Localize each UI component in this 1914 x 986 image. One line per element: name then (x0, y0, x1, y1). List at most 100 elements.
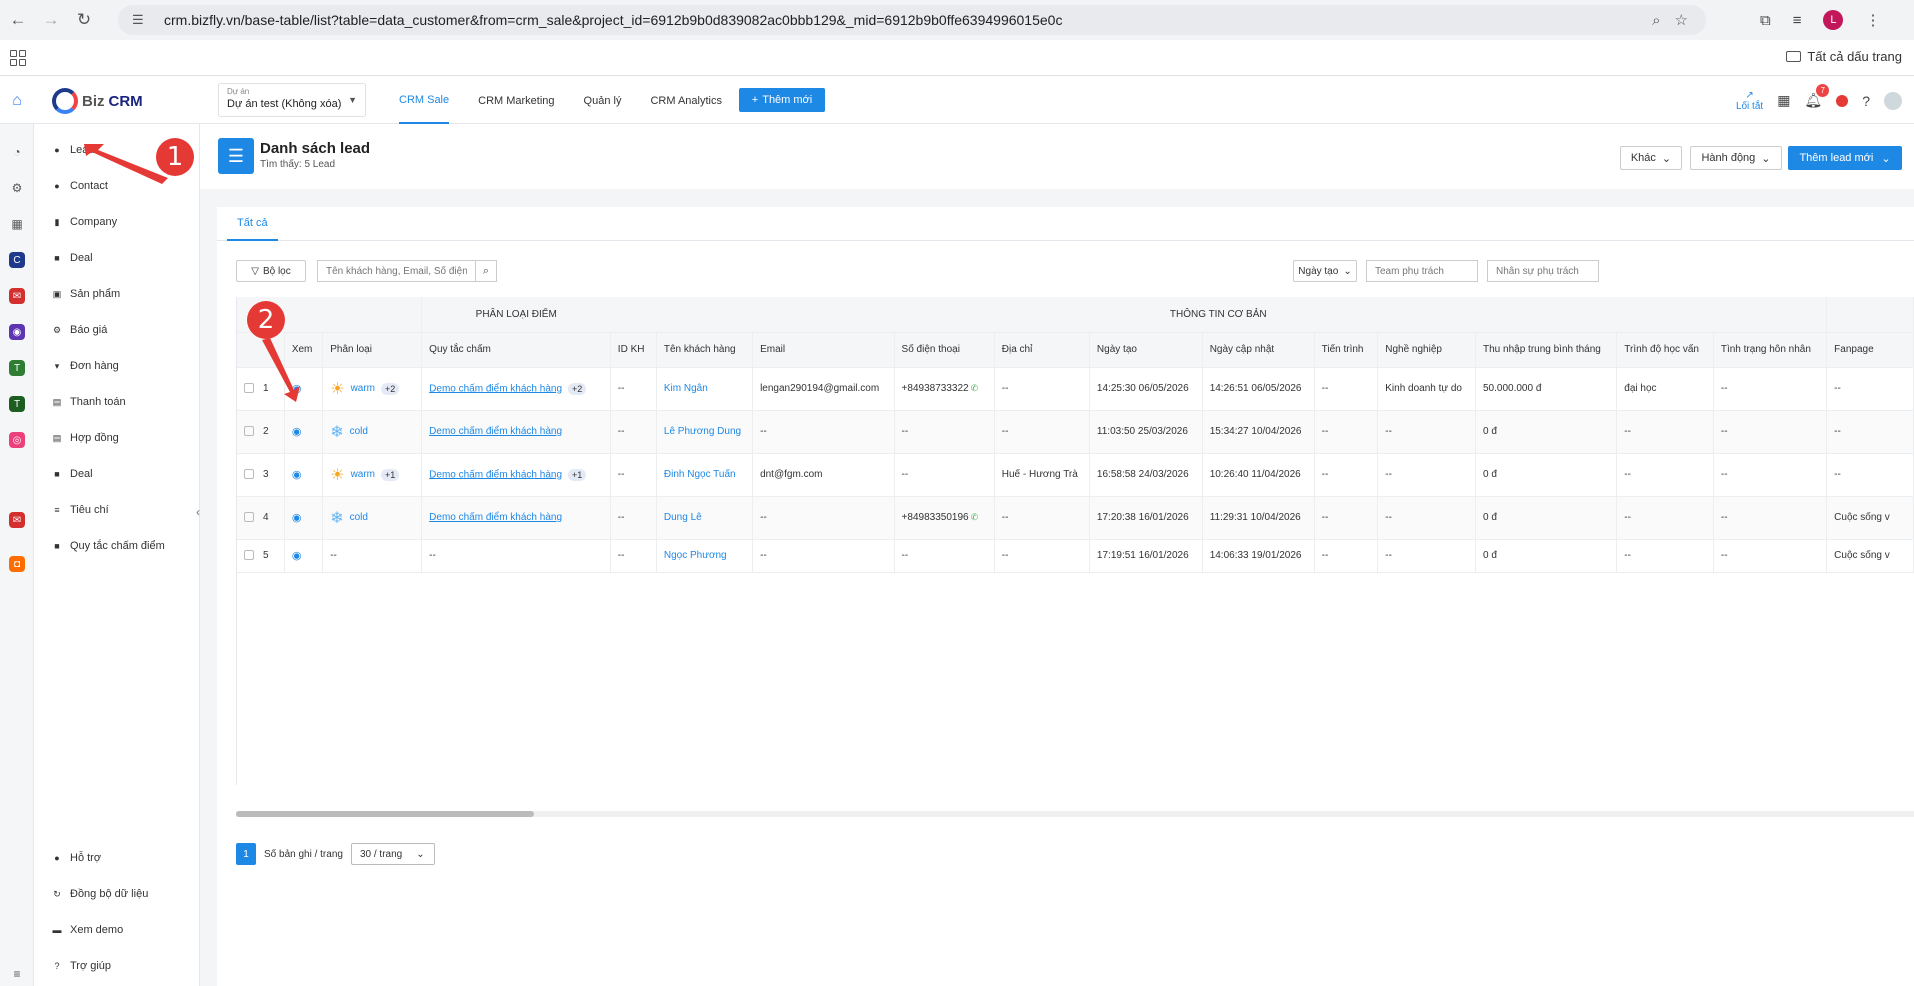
shortcut-button[interactable]: ↗ Lối tắt (1736, 90, 1763, 112)
zoom-icon[interactable]: ⌕ (1652, 12, 1660, 29)
apps-icon[interactable]: ▦ (1777, 92, 1790, 109)
home-icon[interactable]: ⌂ (0, 77, 34, 124)
col-header-job[interactable]: Nghề nghiệp (1377, 332, 1476, 368)
extensions-icon[interactable]: ⧉ (1760, 12, 1771, 29)
customer-name-link[interactable]: Lê Phương Dung (664, 426, 741, 437)
chat-app-icon[interactable]: ◉ (9, 324, 25, 340)
bell-icon[interactable]: 🔔︎ 7 (1804, 84, 1830, 109)
phone-call-icon[interactable]: ✆ (971, 512, 979, 522)
col-header-name[interactable]: Tên khách hàng (656, 332, 754, 368)
sidebar-item-products[interactable]: ▣ Sản phẩm (52, 288, 120, 300)
help-icon[interactable]: ? (1862, 93, 1870, 109)
eye-icon[interactable]: ◉ (292, 512, 302, 524)
sidebar-item-company[interactable]: ▮ Company (52, 216, 118, 228)
mail-app-2-icon[interactable]: ✉ (9, 512, 25, 528)
other-button[interactable]: Khác ⌄ (1620, 146, 1682, 170)
menu-kebab-icon[interactable]: ⋮ (1865, 11, 1880, 29)
task-app-icon[interactable]: T (9, 360, 25, 376)
row-checkbox[interactable] (244, 550, 254, 561)
eye-icon[interactable]: ◉ (292, 550, 302, 562)
eye-icon[interactable]: ◉ (292, 383, 302, 395)
table-row[interactable]: 2 ◉ ❄ cold Demo chấm điểm khách hàng -- Lê Phư… (237, 410, 1914, 454)
col-header-phone[interactable]: Số điện thoại (894, 332, 995, 368)
site-settings-icon[interactable]: ☰ (132, 12, 150, 28)
add-new-button[interactable]: + Thêm mới (739, 88, 825, 112)
table-row[interactable]: 1 ◉ ☀ warm +2 Demo chấm điểm khách hàng +2 -- Ki… (237, 367, 1914, 411)
sidebar-item-demo[interactable]: ▬ Xem demo (52, 924, 124, 936)
scrollbar-thumb[interactable] (236, 811, 534, 817)
col-header-updated[interactable]: Ngày cập nhật (1202, 332, 1315, 368)
profile-avatar[interactable]: L (1823, 10, 1844, 30)
col-header-email[interactable]: Email (752, 332, 895, 368)
col-header-class[interactable]: Phân loại (322, 332, 423, 368)
search-input[interactable] (317, 260, 475, 282)
sidebar-item-quotes[interactable]: ⚙ Báo giá (52, 324, 107, 336)
customer-name-link[interactable]: Đinh Ngọc Tuấn (664, 469, 736, 480)
col-header-marital[interactable]: Tình trạng hôn nhân (1713, 332, 1828, 368)
bizcrm-app-icon[interactable]: C (9, 252, 25, 268)
sidebar-item-deal-2[interactable]: ■ Deal (52, 468, 92, 480)
sidebar-item-sync[interactable]: ↻ Đồng bộ dữ liệu (52, 888, 148, 900)
back-icon[interactable]: ← (3, 5, 33, 35)
customer-name-link[interactable]: Dung Lê (664, 512, 702, 523)
bookmark-star-icon[interactable]: ☆ (1675, 11, 1688, 29)
sidebar-item-payments[interactable]: ▤ Thanh toán (52, 396, 126, 408)
rule-link[interactable]: Demo chấm điểm khách hàng (429, 469, 562, 480)
language-flag-icon[interactable] (1836, 94, 1849, 107)
date-filter-select[interactable]: Ngày tạo ⌄ (1293, 260, 1357, 282)
staff-input[interactable]: Nhân sự phụ trách (1487, 260, 1599, 282)
sidebar-item-deal[interactable]: ■ Deal (52, 252, 92, 264)
social-app-icon[interactable]: ◎ (9, 432, 25, 448)
row-checkbox[interactable] (244, 469, 254, 480)
page-1-button[interactable]: 1 (236, 843, 256, 865)
row-checkbox[interactable] (244, 383, 254, 394)
row-checkbox[interactable] (244, 426, 254, 437)
sidebar-item-lead[interactable]: ● Lead (52, 144, 94, 156)
menu-crm-marketing[interactable]: CRM Marketing (478, 77, 554, 124)
orange-app-icon[interactable]: ◘ (9, 556, 25, 572)
media-icon[interactable]: ≡ (1793, 12, 1802, 29)
col-header-address[interactable]: Địa chỉ (994, 332, 1090, 368)
row-checkbox[interactable] (244, 512, 254, 523)
customer-name-link[interactable]: Kim Ngân (664, 383, 708, 394)
tool-app-icon[interactable]: T (9, 396, 25, 412)
col-header-created[interactable]: Ngày tạo (1089, 332, 1203, 368)
filter-button[interactable]: ▽ Bộ lọc (236, 260, 306, 282)
settings-icon[interactable]: ⚙ (9, 180, 25, 196)
sidebar-item-support[interactable]: ● Hỗ trợ (52, 852, 101, 864)
rule-more-badge[interactable]: +1 (568, 468, 587, 481)
action-button[interactable]: Hành động ⌄ (1690, 146, 1782, 170)
rule-link[interactable]: Demo chấm điểm khách hàng (429, 426, 562, 437)
customer-name-link[interactable]: Ngọc Phương (664, 550, 727, 561)
col-header-fanpage[interactable]: Fanpage (1826, 332, 1914, 368)
eye-icon[interactable]: ◉ (292, 469, 302, 481)
class-more-badge[interactable]: +2 (381, 382, 400, 395)
user-avatar[interactable] (1884, 91, 1902, 110)
project-select[interactable]: Dự án Dự án test (Không xóa) ▼ (218, 83, 366, 117)
rule-link[interactable]: Demo chấm điểm khách hàng (429, 383, 562, 394)
url-text[interactable]: crm.bizfly.vn/base-table/list?table=data… (164, 12, 1062, 28)
col-header-income[interactable]: Thu nhập trung bình tháng (1475, 332, 1618, 368)
col-header-rule[interactable]: Quy tắc chấm (421, 332, 611, 368)
apps-grid-icon[interactable] (10, 50, 26, 66)
grid-icon[interactable]: ▦ (9, 216, 25, 232)
address-bar[interactable]: ☰ crm.bizfly.vn/base-table/list?table=da… (118, 5, 1706, 35)
expand-rail-icon[interactable]: ≡ (9, 966, 25, 982)
bizcrm-logo[interactable]: Biz CRM (52, 88, 143, 114)
sidebar-item-contact[interactable]: ● Contact (52, 180, 108, 192)
all-bookmarks[interactable]: Tất cả dấu trang (1786, 49, 1902, 64)
table-row[interactable]: 5 ◉ -- -- -- Ngọc Phương -- -- -- 17:19:51 16/01/… (237, 539, 1914, 573)
col-header-progress[interactable]: Tiến trình (1314, 332, 1379, 368)
menu-crm-sale[interactable]: CRM Sale (399, 77, 450, 124)
sidebar-item-orders[interactable]: ▾ Đơn hàng (52, 360, 119, 372)
sidebar-item-criteria[interactable]: ≡ Tiêu chí (52, 504, 108, 516)
table-row[interactable]: 3 ◉ ☀ warm +1 Demo chấm điểm khách hàng +1 -- Đi… (237, 453, 1914, 497)
col-header-id[interactable]: ID KH (610, 332, 657, 368)
menu-crm-analytics[interactable]: CRM Analytics (650, 77, 722, 124)
phone-call-icon[interactable]: ✆ (971, 383, 979, 393)
class-more-badge[interactable]: +1 (381, 468, 400, 481)
team-input[interactable]: Team phụ trách (1366, 260, 1478, 282)
rule-link[interactable]: Demo chấm điểm khách hàng (429, 512, 562, 523)
table-row[interactable]: 4 ◉ ❄ cold Demo chấm điểm khách hàng -- Dung L… (237, 496, 1914, 540)
rule-more-badge[interactable]: +2 (568, 382, 587, 395)
